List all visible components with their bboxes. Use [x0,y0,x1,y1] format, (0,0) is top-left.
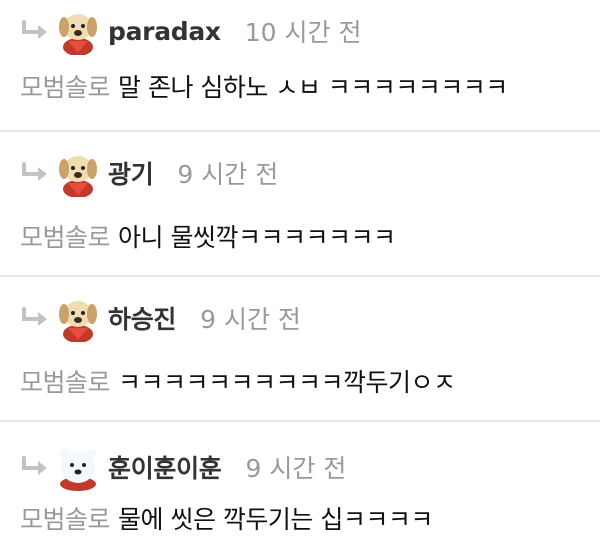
comment-mention[interactable]: 모범솔로 [20,223,111,252]
reply-arrow-icon [22,20,47,39]
reply-arrow-icon [22,162,47,181]
comment-item: 하승진 9 시간 전 모범솔로 ㅋㅋㅋㅋㅋㅋㅋㅋㅋㅋ깍두기ㅇㅈ [0,277,600,422]
puppy-avatar-icon[interactable] [54,294,102,342]
comment-mention[interactable]: 모범솔로 [20,368,111,397]
comment-item: 광기 9 시간 전 모범솔로 아니 물씻깍ㅋㅋㅋㅋㅋㅋㅋ [0,132,600,277]
comment-author[interactable]: paradax [108,17,221,46]
comment-body: 모범솔로 물에 씻은 깍두기는 십ㅋㅋㅋㅋ [20,500,433,536]
comment-list: paradax 10 시간 전 모범솔로 말 존나 심하노 ㅅㅂ ㅋㅋㅋㅋㅋㅋㅋㅋ [0,0,600,553]
comment-text: ㅋㅋㅋㅋㅋㅋㅋㅋㅋㅋ깍두기ㅇㅈ [118,368,456,397]
comment-header: 광기 9 시간 전 [20,148,278,198]
comment-header: 하승진 9 시간 전 [20,293,301,343]
comment-author[interactable]: 하승진 [108,300,176,336]
comment-time: 9 시간 전 [200,305,301,334]
comment-text: 말 존나 심하노 ㅅㅂ ㅋㅋㅋㅋㅋㅋㅋㅋ [118,73,508,102]
comment-time: 10 시간 전 [244,18,362,47]
comment-item: paradax 10 시간 전 모범솔로 말 존나 심하노 ㅅㅂ ㅋㅋㅋㅋㅋㅋㅋㅋ [0,0,600,132]
comment-author[interactable]: 광기 [108,155,154,191]
puppy-avatar-icon[interactable] [54,149,102,197]
comment-header: 훈이훈이훈 9 시간 전 [20,442,346,492]
comment-item: 훈이훈이훈 9 시간 전 모범솔로 물에 씻은 깍두기는 십ㅋㅋㅋㅋ [0,422,600,553]
comment-text: 물에 씻은 깍두기는 십ㅋㅋㅋㅋ [118,505,433,534]
comment-body: 모범솔로 아니 물씻깍ㅋㅋㅋㅋㅋㅋㅋ [20,218,396,254]
comment-mention[interactable]: 모범솔로 [20,505,111,534]
comment-time: 9 시간 전 [245,454,347,483]
comment-author[interactable]: 훈이훈이훈 [108,449,222,485]
comment-body: 모범솔로 ㅋㅋㅋㅋㅋㅋㅋㅋㅋㅋ깍두기ㅇㅈ [20,363,456,399]
comment-header: paradax 10 시간 전 [20,6,361,56]
comment-body: 모범솔로 말 존나 심하노 ㅅㅂ ㅋㅋㅋㅋㅋㅋㅋㅋ [20,68,508,104]
reply-arrow-icon [22,456,47,475]
bear-avatar-icon[interactable] [54,443,102,491]
puppy-avatar-icon[interactable] [54,7,102,55]
comment-mention[interactable]: 모범솔로 [20,73,111,102]
comment-text: 아니 물씻깍ㅋㅋㅋㅋㅋㅋㅋ [118,223,396,252]
reply-arrow-icon [22,307,47,326]
comment-time: 9 시간 전 [177,160,279,189]
